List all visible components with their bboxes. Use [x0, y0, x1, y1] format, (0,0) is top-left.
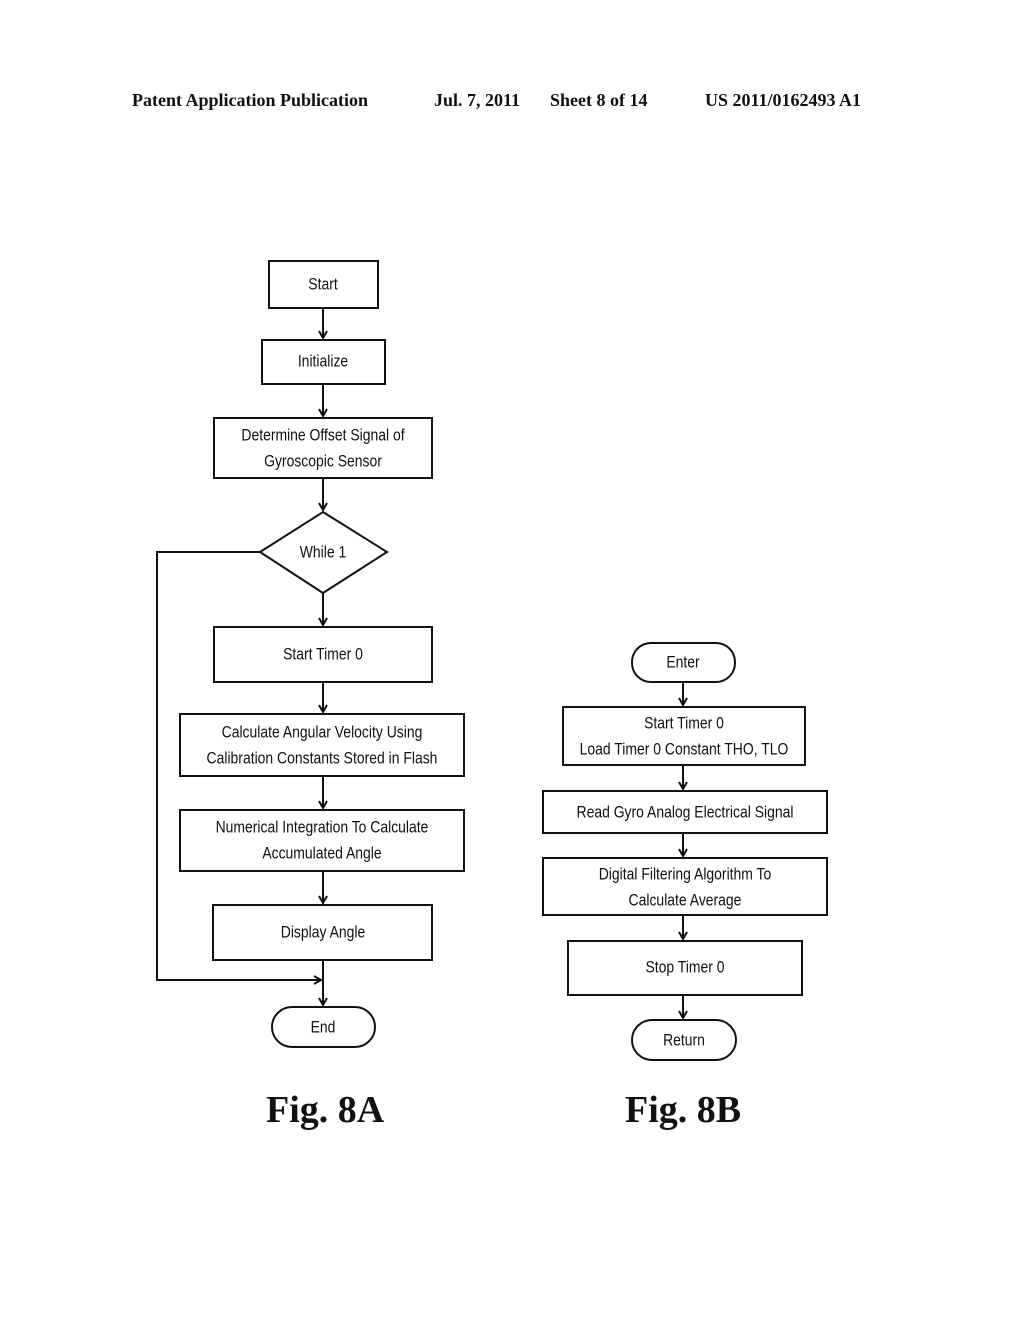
node-read-gyro: Read Gyro Analog Electrical Signal: [542, 790, 828, 834]
node-digital-filtering-label-2: Calculate Average: [629, 890, 742, 909]
node-return-label: Return: [663, 1030, 705, 1049]
node-display-angle: Display Angle: [212, 904, 433, 961]
node-initialize-label: Initialize: [298, 351, 348, 370]
node-determine-offset-label-2: Gyroscopic Sensor: [264, 451, 382, 470]
figure-caption-8a: Fig. 8A: [266, 1089, 385, 1131]
node-display-angle-label: Display Angle: [281, 922, 365, 941]
node-enter-label: Enter: [666, 652, 700, 671]
node-start: Start: [268, 260, 379, 309]
node-calculate-velocity: Calculate Angular Velocity Using Calibra…: [179, 713, 465, 777]
node-stop-timer: Stop Timer 0: [567, 940, 803, 996]
node-determine-offset: Determine Offset Signal of Gyroscopic Se…: [213, 417, 433, 479]
node-start-load-timer: Start Timer 0 Load Timer 0 Constant THO,…: [562, 706, 806, 766]
node-initialize: Initialize: [261, 339, 386, 385]
node-start-timer-label: Start Timer 0: [283, 644, 363, 663]
node-while-label: While 1: [300, 542, 346, 561]
node-numerical-integration: Numerical Integration To Calculate Accum…: [179, 809, 465, 872]
node-enter: Enter: [631, 642, 736, 683]
node-numerical-integration-label-1: Numerical Integration To Calculate: [216, 817, 429, 836]
node-calculate-velocity-label-1: Calculate Angular Velocity Using: [222, 722, 423, 741]
node-digital-filtering: Digital Filtering Algorithm To Calculate…: [542, 857, 828, 916]
node-start-load-timer-label-2: Load Timer 0 Constant THO, TLO: [580, 739, 789, 758]
node-end: End: [271, 1006, 376, 1048]
node-read-gyro-label: Read Gyro Analog Electrical Signal: [577, 802, 794, 821]
node-numerical-integration-label-2: Accumulated Angle: [262, 843, 381, 862]
node-while-decision: While 1: [258, 510, 389, 595]
node-start-timer: Start Timer 0: [213, 626, 433, 683]
flowchart-canvas: Start Initialize Determine Offset Signal…: [156, 260, 828, 1061]
node-start-label: Start: [308, 274, 338, 293]
node-determine-offset-label-1: Determine Offset Signal of: [241, 425, 404, 444]
node-stop-timer-label: Stop Timer 0: [645, 957, 724, 976]
node-end-label: End: [311, 1017, 336, 1036]
figure-caption-8b: Fig. 8B: [625, 1089, 742, 1131]
node-return: Return: [631, 1019, 737, 1061]
node-digital-filtering-label-1: Digital Filtering Algorithm To: [599, 864, 772, 883]
node-start-load-timer-label-1: Start Timer 0: [644, 713, 724, 732]
node-calculate-velocity-label-2: Calibration Constants Stored in Flash: [207, 748, 438, 767]
